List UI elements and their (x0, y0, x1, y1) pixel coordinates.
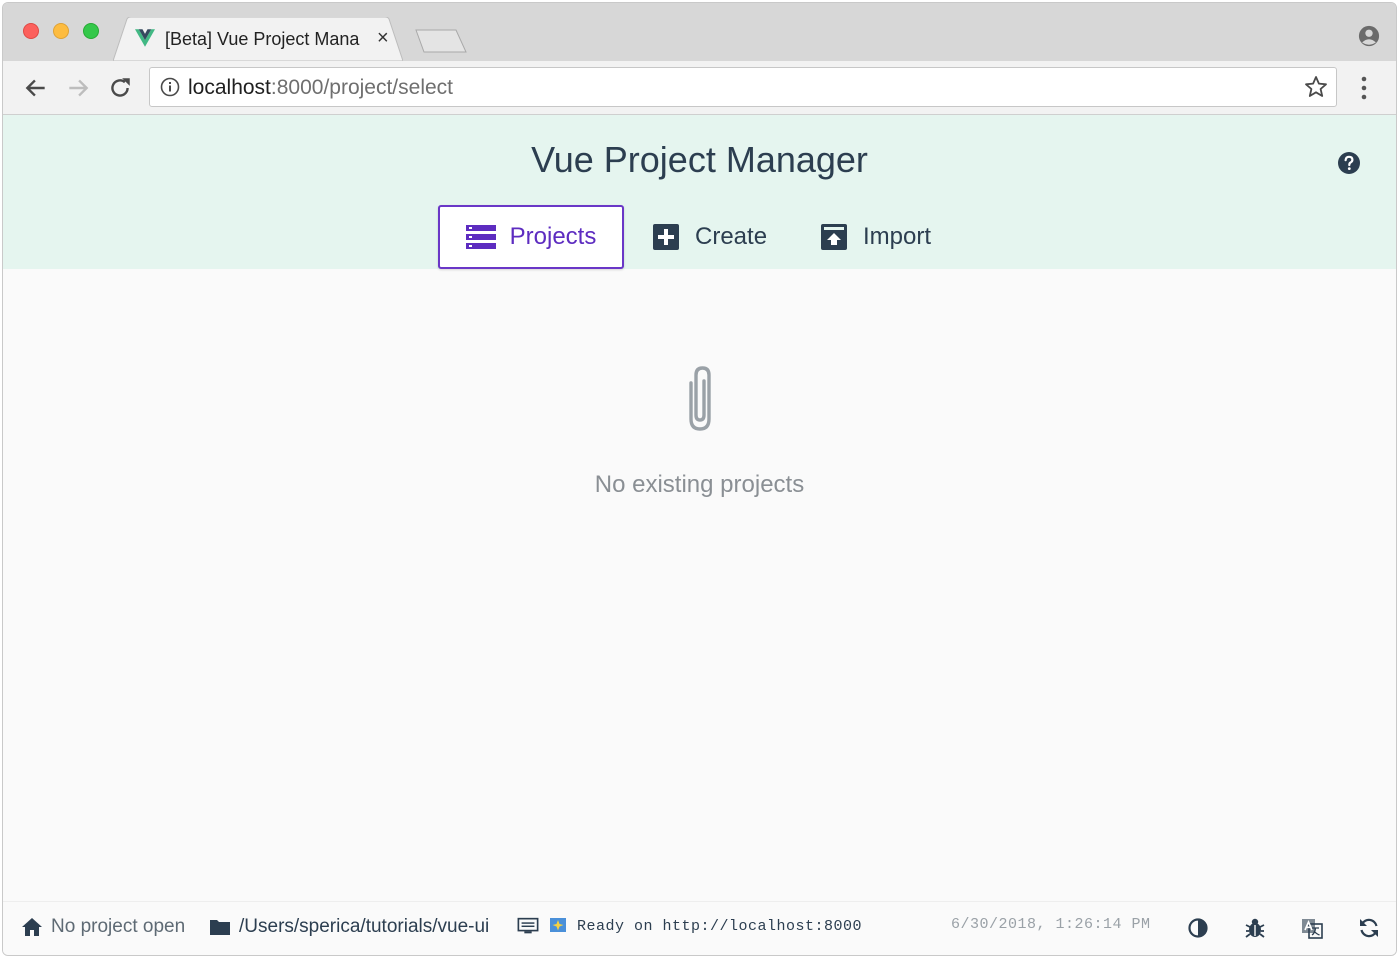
terminal-log-icon (517, 917, 539, 934)
folder-icon (210, 920, 230, 935)
help-icon[interactable] (1337, 151, 1361, 175)
status-bar: No project open /Users/sperica/tutorials… (3, 901, 1396, 955)
refresh-icon[interactable] (1357, 916, 1381, 940)
url-host: localhost (188, 76, 271, 99)
tab-import-label: Import (863, 223, 932, 250)
tab-projects-label: Projects (509, 223, 597, 250)
tab-import[interactable]: Import (819, 205, 931, 269)
dark-mode-icon[interactable] (1186, 916, 1210, 940)
browser-menu-icon[interactable] (1354, 75, 1374, 101)
page-title: Vue Project Manager (531, 139, 868, 180)
tab-title: [Beta] Vue Project Mana (165, 29, 360, 49)
home-icon (22, 918, 42, 936)
upload-box-icon (821, 224, 847, 250)
app-header: Vue Project Manager Projects Create Impo… (3, 115, 1396, 269)
timestamp-text: 6/30/2018, 1:26:14 PM (951, 916, 1151, 933)
tab-close-icon[interactable]: × (377, 27, 389, 50)
list-icon (465, 225, 496, 249)
tab-strip: [Beta] Vue Project Mana × (3, 3, 1396, 61)
browser-tab[interactable]: [Beta] Vue Project Mana × (113, 17, 403, 61)
vue-logo-icon (135, 29, 155, 47)
window-close-button[interactable] (23, 23, 39, 39)
timestamp: 6/30/2018, 1:26:14 PM (951, 916, 1151, 933)
sparkle-icon (550, 918, 566, 932)
empty-state-text: No existing projects (594, 471, 805, 498)
log-indicator[interactable]: Ready on http://localhost:8000 (517, 916, 862, 936)
cwd-path: /Users/sperica/tutorials/vue-ui (239, 916, 490, 937)
browser-window: [Beta] Vue Project Mana × localhost:8000… (2, 2, 1397, 956)
tab-create-label: Create (695, 223, 768, 250)
browser-toolbar: localhost:8000/project/select (3, 61, 1396, 115)
empty-state: No existing projects (3, 363, 1396, 499)
translate-icon[interactable] (1300, 916, 1324, 940)
window-minimize-button[interactable] (53, 23, 69, 39)
bug-report-icon[interactable] (1243, 916, 1267, 940)
tab-create[interactable]: Create (651, 205, 767, 269)
paperclip-icon (688, 366, 711, 431)
url-path: :8000/project/select (270, 76, 453, 99)
back-arrow-icon[interactable] (23, 75, 49, 101)
window-maximize-button[interactable] (83, 23, 99, 39)
plus-box-icon (653, 224, 679, 250)
reload-icon[interactable] (107, 75, 133, 101)
bookmark-star-icon[interactable] (1304, 75, 1328, 99)
current-project-indicator[interactable]: No project open (21, 916, 185, 938)
url-text: localhost:8000/project/select (188, 76, 453, 100)
log-message: Ready on http://localhost:8000 (577, 917, 863, 935)
new-tab-button[interactable] (415, 29, 467, 53)
cwd-indicator[interactable]: /Users/sperica/tutorials/vue-ui (209, 916, 489, 938)
info-icon[interactable] (160, 77, 180, 97)
profile-icon[interactable] (1358, 25, 1380, 47)
tab-projects[interactable]: Projects (438, 205, 624, 269)
current-project-label: No project open (51, 916, 186, 937)
forward-arrow-icon[interactable] (65, 75, 91, 101)
address-bar[interactable]: localhost:8000/project/select (149, 67, 1337, 107)
